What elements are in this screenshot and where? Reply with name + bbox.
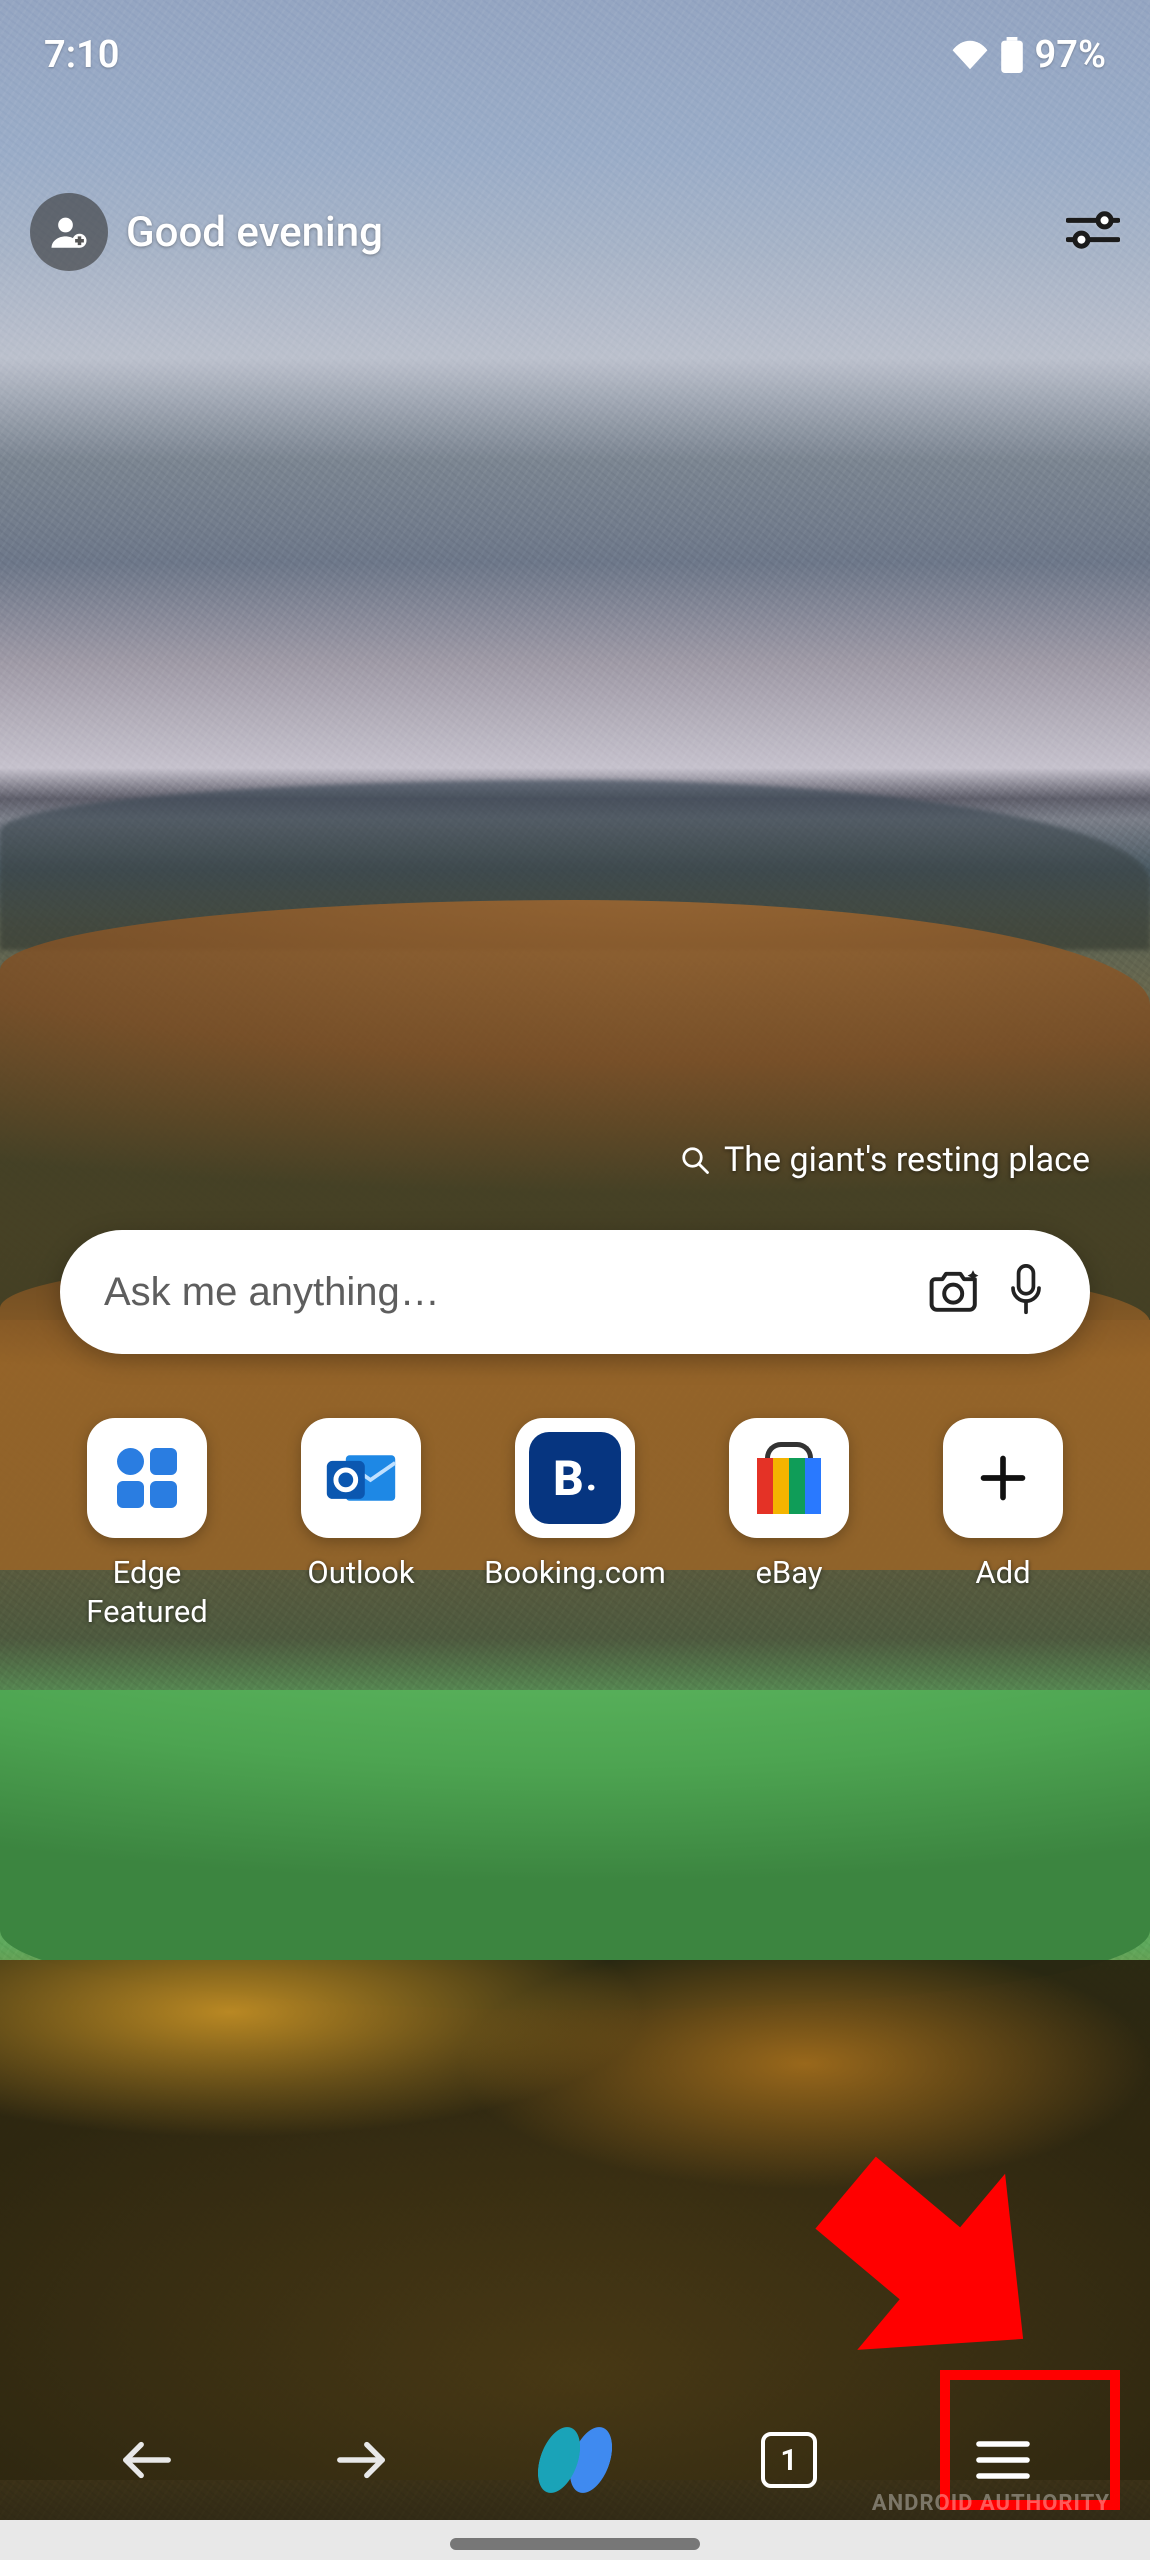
annotation-highlight-box xyxy=(940,2370,1120,2510)
search-input[interactable] xyxy=(104,1270,904,1315)
quick-access-outlook[interactable]: Outlook xyxy=(286,1418,436,1632)
camera-sparkle-icon xyxy=(928,1266,982,1314)
quick-access-edge-featured[interactable]: Edge Featured xyxy=(72,1418,222,1632)
ntp-header: Good evening xyxy=(30,186,1120,278)
greeting-group: Good evening xyxy=(30,193,383,271)
gesture-nav-pill[interactable] xyxy=(450,2538,700,2550)
qa-label: eBay xyxy=(755,1554,822,1593)
greeting-text: Good evening xyxy=(126,208,383,257)
quick-access-ebay[interactable]: eBay xyxy=(714,1418,864,1632)
nav-forward-button[interactable] xyxy=(306,2410,416,2510)
copilot-icon xyxy=(527,2426,624,2494)
ebay-icon xyxy=(729,1418,849,1538)
status-time: 7:10 xyxy=(44,33,119,77)
person-add-icon xyxy=(48,211,90,253)
quick-access-row: Edge Featured Outlook B. Booking.com xyxy=(0,1418,1150,1632)
quick-access-booking[interactable]: B. Booking.com xyxy=(500,1418,650,1632)
search-icon xyxy=(680,1145,710,1175)
quick-access-add[interactable]: Add xyxy=(928,1418,1078,1632)
page-settings-button[interactable] xyxy=(1066,210,1120,254)
battery-percent: 97% xyxy=(1035,33,1106,77)
battery-icon xyxy=(1001,37,1023,73)
plus-icon xyxy=(943,1418,1063,1538)
qa-label: Edge Featured xyxy=(72,1554,222,1632)
arrow-right-icon xyxy=(334,2440,388,2480)
arrow-left-icon xyxy=(120,2440,174,2480)
sliders-icon xyxy=(1066,210,1120,250)
copilot-button[interactable] xyxy=(520,2410,630,2510)
tab-count-value: 1 xyxy=(780,2443,797,2478)
search-bar[interactable] xyxy=(60,1230,1090,1354)
outlook-icon xyxy=(301,1418,421,1538)
visual-search-button[interactable] xyxy=(928,1266,982,1318)
voice-search-button[interactable] xyxy=(1006,1264,1046,1320)
qa-label: Add xyxy=(975,1554,1030,1593)
nav-back-button[interactable] xyxy=(92,2410,202,2510)
wallpaper-caption-button[interactable]: The giant's resting place xyxy=(680,1140,1090,1180)
booking-icon: B. xyxy=(515,1418,635,1538)
status-bar: 7:10 97% xyxy=(0,0,1150,110)
qa-label: Booking.com xyxy=(484,1554,666,1593)
status-right: 97% xyxy=(951,33,1106,77)
tabs-button[interactable]: 1 xyxy=(734,2410,844,2510)
edge-new-tab-screen: 7:10 97% Good evening The giant's restin… xyxy=(0,0,1150,2560)
source-watermark: ANDROID AUTHORITY xyxy=(872,2491,1110,2516)
qa-label: Outlook xyxy=(307,1554,414,1593)
profile-avatar-button[interactable] xyxy=(30,193,108,271)
edge-featured-icon xyxy=(87,1418,207,1538)
wifi-icon xyxy=(951,40,989,70)
wallpaper-caption-text: The giant's resting place xyxy=(724,1140,1090,1180)
tab-count-badge: 1 xyxy=(761,2432,817,2488)
microphone-icon xyxy=(1006,1264,1046,1316)
